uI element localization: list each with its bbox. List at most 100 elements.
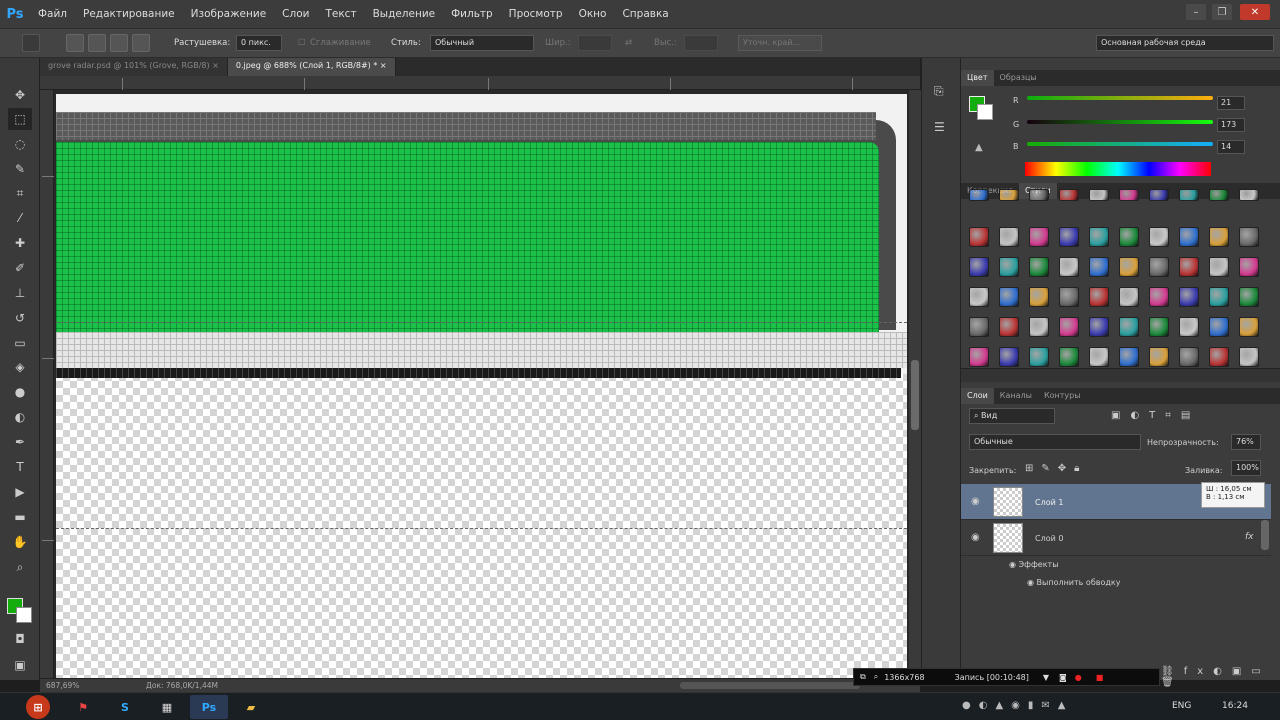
zoom-readout[interactable]: 687,69% [46,681,79,690]
style-swatch[interactable] [1029,257,1049,277]
crop-tool-icon[interactable]: ⌗ [8,182,32,204]
style-swatch[interactable] [999,257,1019,277]
menu-help[interactable]: Справка [614,8,676,20]
menu-filter[interactable]: Фильтр [443,8,501,20]
style-swatch[interactable] [969,287,989,307]
menu-select[interactable]: Выделение [365,8,444,20]
quick-select-tool-icon[interactable]: ✎ [8,158,32,180]
intersect-selection-icon[interactable] [132,34,150,52]
layer-action-icons[interactable]: ⛓fx◐▣▭🗑︎ [1161,666,1280,688]
layer-name[interactable]: Слой 1 [1035,498,1063,507]
style-swatch[interactable] [1209,189,1229,201]
dodge-tool-icon[interactable]: ◐ [8,406,32,428]
bucket-tool-icon[interactable]: ◈ [8,356,32,378]
lasso-tool-icon[interactable]: ◌ [8,133,32,155]
style-swatch[interactable] [969,189,989,201]
style-swatch[interactable] [1239,257,1259,277]
style-swatch[interactable] [1239,227,1259,247]
menu-edit[interactable]: Редактирование [75,8,183,20]
layer-kind-filter[interactable]: ⌕ Вид [969,408,1055,424]
menu-view[interactable]: Просмотр [501,8,571,20]
b-value[interactable]: 14 [1217,140,1245,154]
layer-name[interactable]: Слой 0 [1035,534,1063,543]
style-swatch[interactable] [1209,287,1229,307]
menu-image[interactable]: Изображение [183,8,275,20]
close-tab-icon[interactable]: × [380,61,387,70]
bg-color-chip[interactable] [977,104,993,120]
history-panel-icon[interactable]: ⎘ [934,84,944,99]
style-swatch[interactable] [1059,317,1079,337]
layer-filter-icons[interactable]: ▣◐T⌗▤ [1111,410,1200,421]
width-input[interactable] [578,35,612,51]
tab-grove-radar[interactable]: grove radar.psd @ 101% (Grove, RGB/8) × [40,58,228,76]
antialias-checkbox[interactable]: ☐ [298,38,306,48]
style-swatch[interactable] [1149,317,1169,337]
style-swatch[interactable] [1209,347,1229,367]
subtract-selection-icon[interactable] [110,34,128,52]
language-indicator[interactable]: ENG [1172,701,1191,711]
taskbar-app-icon[interactable]: ⚑ [64,695,102,719]
add-selection-icon[interactable] [88,34,106,52]
move-tool-icon[interactable]: ✥ [8,84,32,106]
workspace-select[interactable]: Основная рабочая среда [1096,35,1274,51]
style-swatch[interactable] [1089,347,1109,367]
type-tool-icon[interactable]: T [8,456,32,478]
minimize-button[interactable]: – [1186,4,1206,20]
swap-icon[interactable]: ⇄ [625,38,632,48]
style-swatch[interactable] [1059,347,1079,367]
style-swatch[interactable] [969,257,989,277]
document-canvas[interactable] [56,94,907,678]
style-swatch[interactable] [1149,287,1169,307]
vertical-scrollbar[interactable] [909,90,921,678]
style-swatch[interactable] [1179,189,1199,201]
horizontal-scrollbar[interactable] [680,682,860,689]
style-swatch[interactable] [1179,347,1199,367]
fill-input[interactable]: 100% [1231,460,1261,476]
refine-edge-button[interactable]: Уточн. край... [738,35,822,51]
height-input[interactable] [684,35,718,51]
screen-mode-icon[interactable]: ▣ [8,654,32,676]
adjust-panel-icon[interactable]: ☰ [934,120,945,134]
style-swatch[interactable] [1119,347,1139,367]
canvas-area[interactable] [54,90,909,678]
effects-row[interactable]: ◉ Эффекты [1009,560,1059,569]
blend-mode-select[interactable]: Обычные [969,434,1141,450]
tab-swatches[interactable]: Образцы [994,70,1043,86]
style-swatch[interactable] [1179,227,1199,247]
style-swatch[interactable] [1149,347,1169,367]
style-swatch[interactable] [1209,227,1229,247]
layer-row[interactable]: ◉ Слой 1 Ш : 16,05 см В : 1,13 см [961,482,1271,520]
style-swatch[interactable] [999,347,1019,367]
layers-scrollbar[interactable] [1261,520,1269,550]
style-swatch[interactable] [1119,317,1139,337]
r-slider[interactable] [1027,96,1213,100]
style-swatch[interactable] [999,227,1019,247]
recorder-record-icon[interactable]: ● [1075,673,1082,682]
marquee-tool-icon[interactable]: ⬚ [8,108,32,130]
style-swatch[interactable] [1149,189,1169,201]
eraser-tool-icon[interactable]: ▭ [8,332,32,354]
style-swatch[interactable] [1059,257,1079,277]
style-swatch[interactable] [1209,317,1229,337]
folder-icon[interactable]: ▰ [232,695,270,719]
style-swatch[interactable] [999,189,1019,201]
tab-jpeg[interactable]: 0.jpeg @ 688% (Слой 1, RGB/8#) * × [227,58,396,76]
recorder-dropdown-icon[interactable]: ▼ [1043,673,1049,682]
style-swatch[interactable] [1149,257,1169,277]
style-swatch[interactable] [1089,257,1109,277]
recorder-stop-icon[interactable]: ■ [1096,673,1104,682]
stamp-tool-icon[interactable]: ⊥ [8,282,32,304]
photoshop-taskbar-icon[interactable]: Ps [190,695,228,719]
style-swatch[interactable] [1089,287,1109,307]
recorder-camera-icon[interactable]: ◙ [1059,673,1067,682]
style-swatch[interactable] [1239,317,1259,337]
tab-layers[interactable]: Слои [961,388,994,404]
feather-input[interactable]: 0 пикс. [236,35,282,51]
zoom-tool-icon[interactable]: ⌕ [8,556,32,578]
opacity-input[interactable]: 76% [1231,434,1261,450]
restore-button[interactable]: ❐ [1212,4,1232,20]
close-button[interactable]: ✕ [1240,4,1270,20]
style-swatch[interactable] [1059,287,1079,307]
skype-icon[interactable]: S [106,695,144,719]
start-button[interactable]: ⊞ [26,695,50,719]
